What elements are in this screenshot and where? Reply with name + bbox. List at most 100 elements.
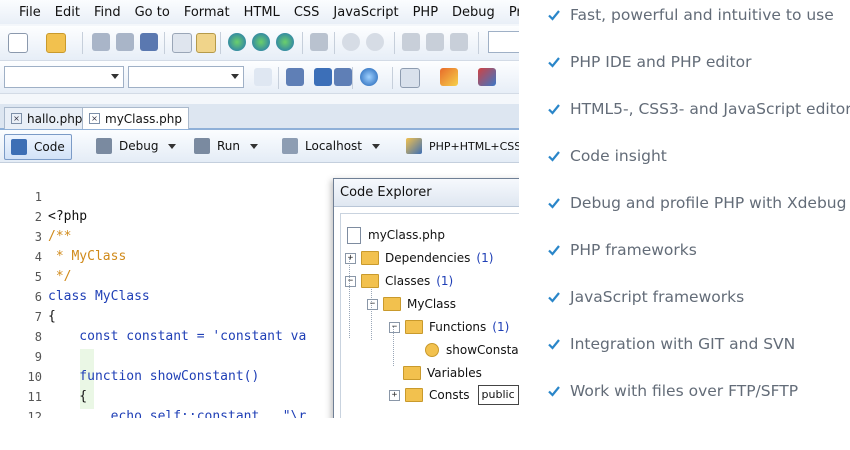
chevron-down-icon[interactable]	[250, 143, 259, 149]
line-text: {	[48, 309, 56, 324]
line-text: */	[48, 269, 72, 284]
color-icon[interactable]	[478, 68, 496, 86]
feature-text: PHP frameworks	[570, 241, 697, 259]
tree-label: showConstan	[446, 343, 519, 357]
tree-node-showconstant[interactable]: showConstan	[425, 341, 519, 359]
localhost-button[interactable]: Localhost	[276, 134, 386, 158]
code-view-button[interactable]: Code	[4, 134, 72, 160]
tree-node-myclass[interactable]: − MyClass	[367, 295, 456, 313]
menu-html[interactable]: HTML	[237, 5, 287, 20]
tree-node-classes[interactable]: − Classes (1)	[345, 272, 453, 290]
redo-icon[interactable]	[366, 33, 384, 51]
code-line: 10 {	[0, 347, 88, 404]
debug-button[interactable]: Debug	[90, 134, 182, 158]
document-icon[interactable]	[400, 68, 420, 88]
collapse-icon[interactable]: −	[389, 321, 400, 333]
view-bar: Code Debug Run Localhost PHP+HTML+CSS+	[0, 130, 519, 163]
debug-label: Debug	[119, 139, 159, 153]
close-icon[interactable]: ×	[11, 113, 22, 124]
code-explorer-panel[interactable]: Code Explorer myClass.php + Dependencies…	[333, 178, 519, 418]
panel-icon[interactable]	[334, 68, 352, 86]
code-line: 4 */	[0, 227, 72, 284]
save-as-icon[interactable]	[116, 33, 134, 51]
menu-find[interactable]: Find	[87, 5, 128, 20]
tooltip: public	[477, 385, 519, 405]
tree-label: Classes	[385, 274, 431, 288]
cut-icon[interactable]	[402, 33, 420, 51]
copy-icon[interactable]	[426, 33, 444, 51]
menu-edit[interactable]: Edit	[48, 5, 87, 20]
undo-icon[interactable]	[342, 33, 360, 51]
save-icon[interactable]	[92, 33, 110, 51]
tree-file[interactable]: myClass.php	[347, 226, 445, 244]
new-file-icon[interactable]	[8, 33, 28, 53]
close-icon[interactable]: ×	[89, 113, 100, 124]
feature-text: HTML5-, CSS3- and JavaScript editor	[570, 100, 850, 118]
feature-item: Integration with GIT and SVN	[548, 329, 795, 359]
checkmark-icon	[548, 292, 560, 303]
menu-debug[interactable]: Debug	[445, 5, 502, 20]
tree-label: Dependencies	[385, 251, 471, 265]
run-button[interactable]: Run	[188, 134, 264, 158]
tree-count: (1)	[436, 274, 454, 288]
folder-icon	[361, 251, 379, 265]
toolbar-search-combo[interactable]	[488, 31, 519, 53]
checkmark-icon	[548, 198, 560, 209]
chevron-down-icon[interactable]	[372, 143, 381, 149]
open-folder-icon[interactable]	[46, 33, 66, 53]
collapse-icon[interactable]: −	[367, 298, 378, 310]
tree-node-dependencies[interactable]: + Dependencies (1)	[345, 249, 493, 267]
expand-icon[interactable]: +	[345, 252, 356, 264]
tab-label: hallo.php	[27, 111, 83, 126]
php-file-icon	[347, 226, 361, 244]
globe-icon[interactable]	[228, 33, 246, 51]
preview-icon[interactable]	[172, 33, 192, 53]
class-folder-icon	[383, 297, 401, 311]
window-icon[interactable]	[286, 68, 304, 86]
syntax-combo[interactable]	[128, 66, 244, 88]
menu-project[interactable]: Project	[502, 5, 519, 20]
server-icon	[282, 138, 298, 154]
globe-download-icon[interactable]	[276, 33, 294, 51]
menu-bar: File Edit Find Go to Format HTML CSS Jav…	[0, 0, 519, 24]
wrap-icon[interactable]	[254, 68, 272, 86]
feature-text: Fast, powerful and intuitive to use	[570, 6, 834, 24]
print-icon[interactable]	[310, 33, 328, 51]
feature-item: Work with files over FTP/SFTP	[548, 376, 798, 406]
tab-hallo[interactable]: × hallo.php	[4, 107, 90, 129]
menu-file[interactable]: File	[12, 5, 48, 20]
code-line: 2 /**	[0, 187, 72, 244]
paste-icon[interactable]	[450, 33, 468, 51]
code-line: 5 class MyClass	[0, 247, 150, 304]
checkmark-icon	[548, 57, 560, 68]
expand-icon[interactable]: +	[389, 389, 400, 401]
save-all-icon[interactable]	[140, 33, 158, 51]
menu-format[interactable]: Format	[177, 5, 237, 20]
code-line: 8	[0, 307, 47, 344]
line-text: * MyClass	[48, 249, 127, 264]
checkmark-icon	[548, 386, 560, 397]
layout-icon[interactable]	[314, 68, 332, 86]
localhost-label: Localhost	[305, 139, 363, 153]
feature-item: HTML5-, CSS3- and JavaScript editor	[548, 94, 850, 124]
code-view-label: Code	[34, 140, 65, 154]
menu-php[interactable]: PHP	[406, 5, 445, 20]
menu-javascript[interactable]: JavaScript	[326, 5, 405, 20]
encoding-combo[interactable]	[4, 66, 124, 88]
chevron-down-icon[interactable]	[168, 143, 177, 149]
tree-node-consts[interactable]: + Consts public	[389, 385, 519, 405]
open-project-icon[interactable]	[196, 33, 216, 53]
tree-node-functions[interactable]: − Functions (1)	[389, 318, 509, 336]
menu-css[interactable]: CSS	[287, 5, 327, 20]
collapse-icon[interactable]: −	[345, 275, 356, 287]
code-line: 3 * MyClass	[0, 207, 127, 264]
line-text: function showConstant()	[48, 369, 260, 384]
validate-icon[interactable]	[360, 68, 378, 86]
brush-icon[interactable]	[440, 68, 458, 86]
globe-upload-icon[interactable]	[252, 33, 270, 51]
tree-node-variables[interactable]: Variables	[403, 364, 482, 382]
syntax-mode-button[interactable]: PHP+HTML+CSS+	[400, 134, 519, 158]
tab-myclass[interactable]: × myClass.php	[82, 107, 190, 129]
menu-goto[interactable]: Go to	[128, 5, 177, 20]
code-icon	[11, 139, 27, 155]
